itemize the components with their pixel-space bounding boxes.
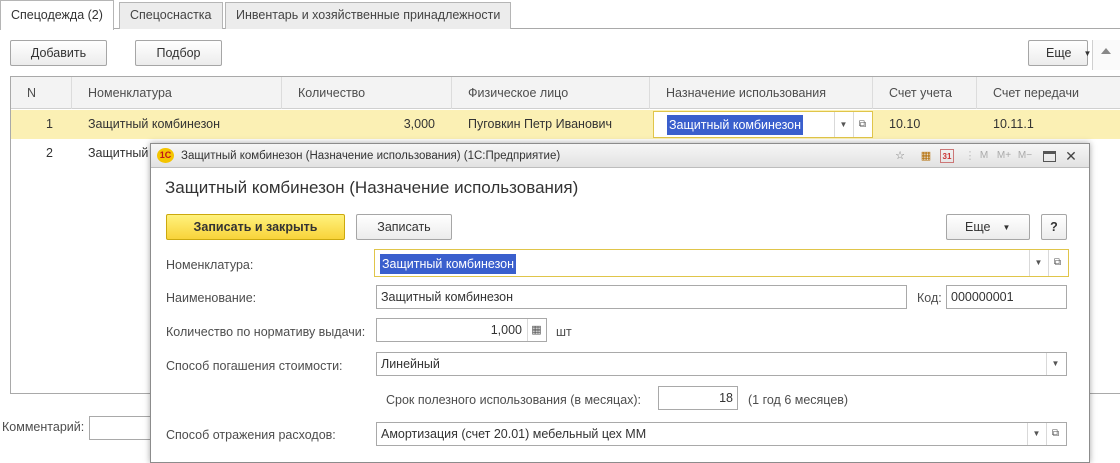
tab-special-tools[interactable]: Спецоснастка (119, 2, 223, 29)
save-button[interactable]: Записать (356, 214, 452, 240)
nomenclature-field[interactable]: Защитный комбинезон ▼ ⧉ (374, 249, 1069, 277)
column-header-quantity[interactable]: Количество (282, 77, 452, 109)
column-header-person[interactable]: Физическое лицо (452, 77, 650, 109)
more-label: Еще (1046, 46, 1072, 60)
code-label: Код: (917, 291, 942, 305)
save-and-close-button[interactable]: Записать и закрыть (166, 214, 345, 240)
table-row[interactable]: 1 Защитный комбинезон 3,000 Пуговкин Пет… (11, 110, 1120, 139)
expense-method-label: Способ отражения расходов: (166, 428, 336, 442)
open-icon[interactable]: ⧉ (1046, 423, 1064, 445)
dropdown-arrow-icon[interactable]: ▼ (1029, 250, 1047, 276)
column-header-purpose[interactable]: Назначение использования (650, 77, 873, 109)
close-icon[interactable]: ✕ (1064, 149, 1078, 163)
cost-method-value: Линейный (381, 357, 440, 371)
purpose-edit-value[interactable]: Защитный комбинезон (667, 115, 804, 135)
expense-method-value[interactable]: Амортизация (счет 20.01) мебельный цех М… (381, 427, 646, 441)
column-header-nomenclature[interactable]: Номенклатура (72, 77, 282, 109)
1c-logo-icon: 1С (157, 148, 174, 163)
dropdown-arrow-icon: ▼ (1002, 223, 1011, 232)
cost-method-label: Способ погашения стоимости: (166, 359, 343, 373)
window-title: Защитный комбинезон (Назначение использо… (181, 150, 561, 162)
scrollbar[interactable] (1092, 40, 1120, 70)
expense-method-field[interactable]: Амортизация (счет 20.01) мебельный цех М… (376, 422, 1067, 446)
memory-icon[interactable]: M (977, 149, 991, 163)
norm-qty-value[interactable]: 1,000 (491, 319, 522, 341)
open-icon[interactable]: ⧉ (853, 112, 871, 137)
useful-life-hint: (1 год 6 месяцев) (748, 393, 849, 407)
dropdown-arrow-icon[interactable]: ▼ (1046, 353, 1064, 375)
cell-person[interactable]: Пуговкин Петр Иванович (468, 110, 612, 139)
cell-transfer-account[interactable]: 10.11.1 (993, 110, 1034, 139)
cell-account[interactable]: 10.10 (889, 110, 920, 139)
separator-icon: ⋮ (964, 150, 976, 162)
norm-qty-input[interactable]: 1,000 ▦ (376, 318, 547, 342)
memory-plus-icon[interactable]: M+ (994, 149, 1014, 163)
tab-bar: Спецодежда (2) Спецоснастка Инвентарь и … (0, 0, 1120, 30)
add-button[interactable]: Добавить (10, 40, 107, 66)
dialog-titlebar[interactable]: 1С Защитный комбинезон (Назначение испол… (151, 144, 1089, 168)
nomenclature-value[interactable]: Защитный комбинезон (380, 254, 517, 274)
column-header-transfer-account[interactable]: Счет передачи (977, 77, 1120, 109)
code-input[interactable]: 000000001 (946, 285, 1067, 309)
unit-label: шт (556, 325, 572, 339)
cell-nomenclature[interactable]: Защитный комбинезон (88, 110, 220, 139)
dialog-more-label: Еще (965, 220, 991, 234)
tab-workwear[interactable]: Спецодежда (2) (0, 0, 114, 30)
cell-nomenclature[interactable]: Защитный (88, 139, 148, 168)
dialog-header: Защитный комбинезон (Назначение использо… (165, 178, 579, 197)
open-icon[interactable]: ⧉ (1048, 250, 1066, 276)
restore-icon[interactable] (1043, 151, 1056, 162)
name-input[interactable]: Защитный комбинезон (376, 285, 907, 309)
norm-qty-label: Количество по нормативу выдачи: (166, 325, 366, 339)
comment-input[interactable] (89, 416, 159, 440)
more-button[interactable]: Еще ▼ (1028, 40, 1092, 66)
dropdown-arrow-icon[interactable]: ▼ (1027, 423, 1045, 445)
name-label: Наименование: (166, 291, 257, 305)
help-button[interactable]: ? (1041, 214, 1067, 240)
dialog-more-button[interactable]: Еще ▼ (946, 214, 1030, 240)
bookmark-icon[interactable]: ☆ (893, 149, 907, 163)
calculator-icon[interactable]: ▦ (527, 319, 545, 341)
purpose-dialog: 1С Защитный комбинезон (Назначение испол… (150, 143, 1090, 463)
scroll-up-icon[interactable] (1101, 48, 1111, 54)
memory-minus-icon[interactable]: M− (1015, 149, 1035, 163)
table-header: N Номенклатура Количество Физическое лиц… (11, 77, 1120, 109)
cell-quantity[interactable]: 3,000 (282, 110, 435, 139)
cost-method-select[interactable]: Линейный ▼ (376, 352, 1067, 376)
useful-life-input[interactable]: 18 (658, 386, 738, 410)
dropdown-arrow-icon: ▼ (1083, 49, 1092, 58)
calculator-icon[interactable]: ▦ (919, 149, 933, 163)
row-number: 1 (46, 117, 53, 131)
nomenclature-label: Номенклатура: (166, 258, 254, 272)
dropdown-arrow-icon[interactable]: ▼ (834, 112, 852, 137)
calendar-icon[interactable]: 31 (940, 149, 954, 163)
row-number: 2 (46, 146, 53, 160)
comment-label: Комментарий: (2, 420, 85, 434)
select-button[interactable]: Подбор (135, 40, 222, 66)
purpose-edit-field[interactable]: Защитный комбинезон ▼ ⧉ (653, 111, 873, 138)
tab-inventory[interactable]: Инвентарь и хозяйственные принадлежности (225, 2, 512, 29)
column-header-n[interactable]: N (11, 77, 72, 109)
column-header-account[interactable]: Счет учета (873, 77, 977, 109)
useful-life-label: Срок полезного использования (в месяцах)… (386, 393, 642, 407)
